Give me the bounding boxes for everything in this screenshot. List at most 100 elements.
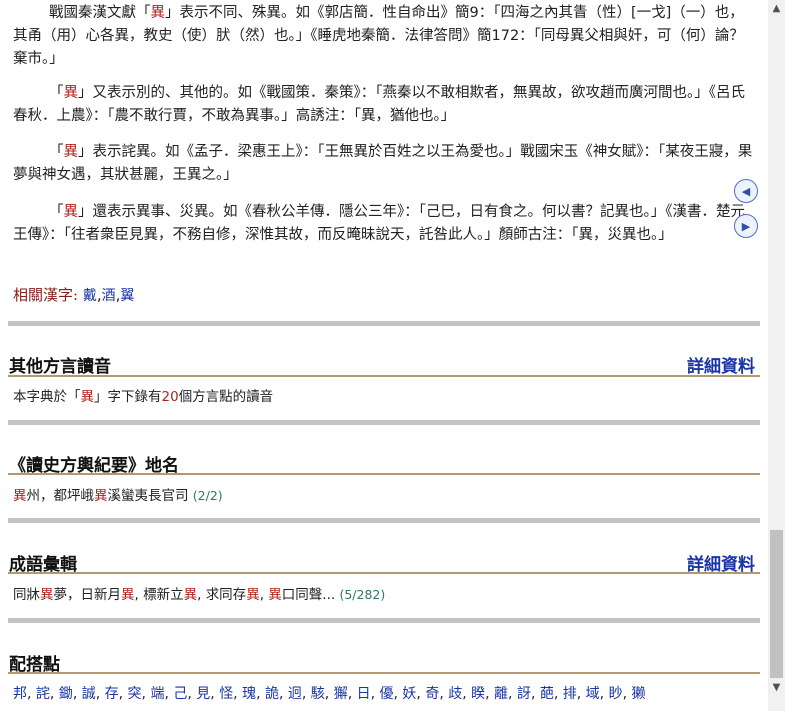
collocation-link[interactable]: 邦	[13, 686, 27, 702]
collocation-link[interactable]: 訝	[517, 686, 531, 702]
separator: ,	[164, 686, 174, 702]
related-char-link[interactable]: 戴	[83, 288, 97, 304]
separator: ,	[324, 686, 334, 702]
collocation-list: 邦, 詫, 鋤, 誠, 存, 突, 端, 己, 見, 怪, 瑰, 詭, 迥, 駭…	[13, 683, 645, 703]
separator: ,	[233, 686, 243, 702]
paragraph-text: 戰國秦漢文獻「	[49, 5, 151, 21]
collocation-link[interactable]: 鋤	[59, 686, 73, 702]
scroll-down-arrow-icon[interactable]: ▼	[768, 679, 785, 695]
separator: ,	[416, 686, 426, 702]
section-divider	[8, 420, 760, 425]
prev-glyph: ◀	[741, 184, 751, 198]
collocation-link[interactable]: 獭	[631, 686, 645, 702]
place-text: 溪蠻夷長官司	[107, 488, 189, 504]
separator: ,	[256, 686, 265, 702]
summary-text: 本字典於「	[13, 389, 81, 405]
collocation-link[interactable]: 域	[586, 686, 600, 702]
separator: ,	[599, 686, 609, 702]
vertical-scrollbar[interactable]: ▲ ▼	[768, 0, 785, 711]
idiom-item[interactable]: 日新月異	[81, 587, 135, 603]
idiom-item[interactable]: 標新立異	[143, 587, 197, 603]
collocation-link[interactable]: 迥	[288, 686, 302, 702]
separator: ,	[95, 686, 105, 702]
collocation-link[interactable]: 眇	[609, 686, 623, 702]
section-rule	[8, 672, 760, 674]
idiom-text: 夢	[53, 587, 68, 603]
separator: ,	[485, 686, 495, 702]
section-divider	[8, 518, 760, 523]
paragraph-text: 」又表示別的、其他的。如《戰國策．秦策》：「燕秦以不敢相欺者，無異故，欲攻趙而廣…	[13, 85, 745, 124]
collocation-link[interactable]: 葩	[540, 686, 554, 702]
separator: ,	[301, 686, 311, 702]
idiom-item[interactable]: 求同存異	[206, 587, 260, 603]
idiom-text: 求同存	[205, 587, 247, 603]
separator: ,	[439, 686, 449, 702]
idiom-item[interactable]: 異口同聲	[268, 587, 322, 603]
highlight-char: 異	[121, 587, 135, 603]
next-glyph: ▶	[741, 219, 751, 233]
collocation-link[interactable]: 睽	[471, 686, 485, 702]
idiom-text: 同牀	[13, 587, 40, 603]
collocation-link[interactable]: 歧	[448, 686, 462, 702]
paragraph-3: 「異」表示詫異。如《孟子．梁惠王上》：「王無異於百姓之以王為愛也。」戰國宋玉《神…	[13, 141, 755, 187]
separator: ,	[210, 686, 220, 702]
separator: ,	[530, 686, 540, 702]
scroll-up-glyph: ▲	[772, 2, 781, 14]
highlight-char: 異	[246, 587, 260, 603]
collocation-link[interactable]: 瑰	[242, 686, 256, 702]
related-char-link[interactable]: 翼	[120, 288, 134, 304]
dialect-summary: 本字典於「異」字下錄有20個方言點的讀音	[13, 385, 273, 405]
collocation-link[interactable]: 誠	[82, 686, 96, 702]
collocation-link[interactable]: 己	[173, 686, 187, 702]
next-arrow-icon[interactable]: ▶	[734, 214, 758, 238]
highlight-char: 異	[63, 204, 79, 220]
paragraph-4: 「異」還表示異事、災異。如《春秋公羊傳．隱公三年》：「己巳，日有食之。何以書？記…	[13, 201, 755, 247]
dialect-details-link[interactable]: 詳細資料	[687, 352, 755, 377]
section-rule	[8, 572, 760, 574]
collocation-link[interactable]: 優	[380, 686, 394, 702]
separator: ,	[370, 686, 380, 702]
collocation-link[interactable]: 詫	[36, 686, 50, 702]
collocation-link[interactable]: 離	[494, 686, 508, 702]
highlight-char: 異	[40, 587, 54, 603]
collocation-link[interactable]: 奇	[425, 686, 439, 702]
idiom-text: 日新月	[80, 587, 122, 603]
scroll-down-glyph: ▼	[772, 681, 781, 693]
collocation-link[interactable]: 妖	[402, 686, 416, 702]
section-rule	[8, 375, 760, 377]
separator: ,	[508, 686, 517, 702]
idioms-list: 同牀異夢，日新月異, 標新立異, 求同存異, 異口同聲... (5/282)	[13, 587, 386, 603]
section-divider	[8, 321, 760, 326]
collocation-link[interactable]: 獬	[334, 686, 348, 702]
collocation-link[interactable]: 駭	[311, 686, 325, 702]
separator: ,	[118, 686, 128, 702]
separator: ,	[72, 686, 82, 702]
related-char-link[interactable]: 酒	[102, 288, 116, 304]
main-content: 戰國秦漢文獻「異」表示不同、殊異。如《郭店簡．性自命出》簡9：「四海之內其眚（性…	[0, 0, 768, 711]
separator: ,	[553, 686, 563, 702]
separator: ,	[27, 686, 36, 702]
dialect-count: 20	[161, 389, 179, 405]
highlight-char: 異	[183, 587, 198, 603]
idiom-text: 標新立	[143, 587, 184, 603]
section-rule	[8, 473, 760, 475]
place-count: (2/2)	[192, 488, 223, 503]
scrollbar-thumb[interactable]	[770, 530, 783, 678]
collocation-link[interactable]: 突	[128, 686, 142, 702]
idioms-count: (5/282)	[339, 587, 386, 602]
collocation-link[interactable]: 存	[105, 686, 119, 702]
collocation-link[interactable]: 怪	[219, 686, 233, 702]
prev-arrow-icon[interactable]: ◀	[734, 179, 758, 203]
collocation-link[interactable]: 日	[357, 686, 371, 702]
separator: ,	[278, 686, 288, 702]
idiom-text: 口同聲	[281, 587, 323, 603]
idiom-item[interactable]: 同牀異夢	[13, 587, 67, 603]
collocation-link[interactable]: 端	[150, 686, 164, 702]
highlight-char: 異	[150, 5, 166, 21]
collocation-link[interactable]: 見	[196, 686, 210, 702]
collocation-link[interactable]: 排	[563, 686, 577, 702]
summary-text: 」字下錄有	[94, 389, 162, 405]
scroll-up-arrow-icon[interactable]: ▲	[768, 0, 785, 16]
paragraph-text: 」還表示異事、災異。如《春秋公羊傳．隱公三年》：「己巳，日有食之。何以書？記異也…	[13, 204, 745, 243]
collocation-link[interactable]: 詭	[265, 686, 279, 702]
